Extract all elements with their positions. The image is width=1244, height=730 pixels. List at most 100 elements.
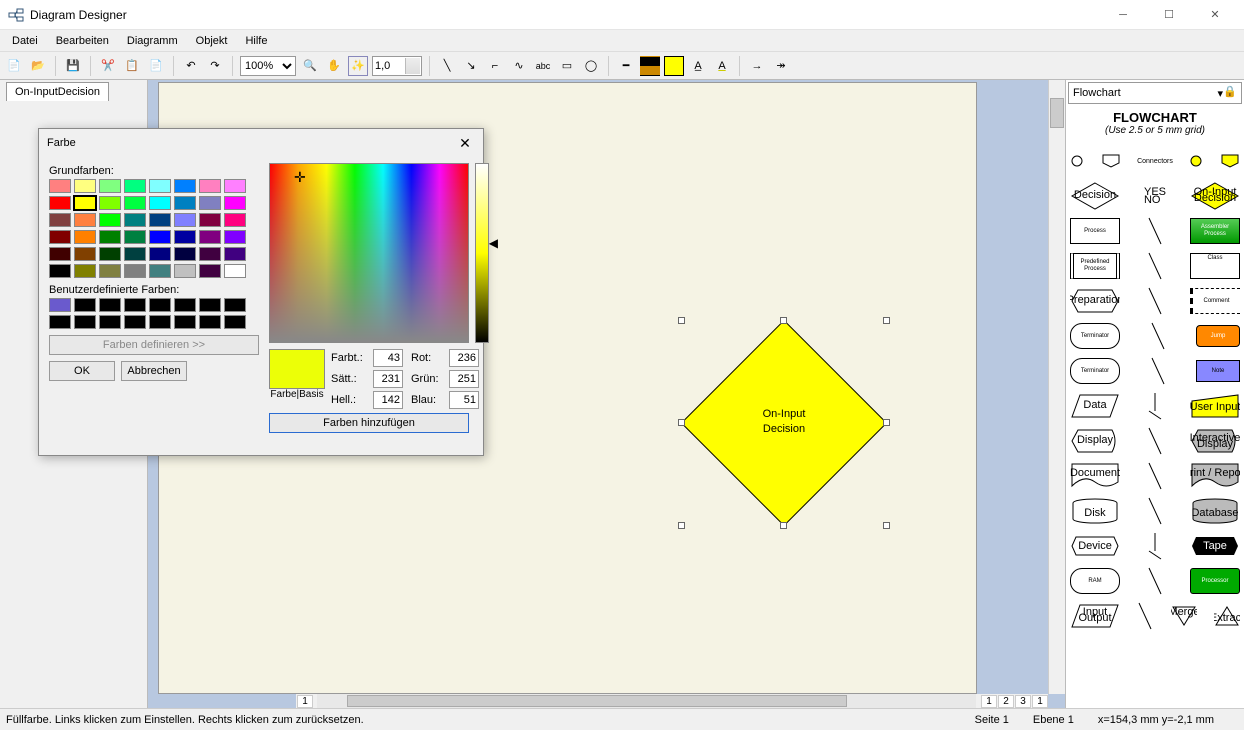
basic-swatch[interactable] — [174, 213, 196, 227]
basic-swatch[interactable] — [199, 230, 221, 244]
basic-swatch[interactable] — [224, 247, 246, 261]
connector-circle-icon[interactable] — [1070, 154, 1084, 168]
shape-jump[interactable]: Jump — [1196, 325, 1240, 347]
basic-swatch[interactable] — [149, 264, 171, 278]
basic-swatch[interactable] — [99, 196, 121, 210]
basic-swatch[interactable] — [124, 196, 146, 210]
shape-ram[interactable]: RAM — [1070, 568, 1120, 594]
basic-swatch[interactable] — [99, 264, 121, 278]
basic-swatch[interactable] — [74, 179, 96, 193]
connector-yellow-circle-icon[interactable] — [1189, 154, 1203, 168]
custom-swatch[interactable] — [124, 315, 146, 329]
dialog-close-icon[interactable]: ✕ — [455, 135, 475, 152]
shape-preparation[interactable]: Preparation — [1070, 288, 1120, 314]
hand-icon[interactable]: ✋ — [324, 56, 344, 76]
lock-icon[interactable]: 🔒 — [1223, 85, 1239, 101]
undo-icon[interactable]: ↶ — [181, 56, 201, 76]
basic-swatch[interactable] — [224, 230, 246, 244]
line-icon[interactable]: ╲ — [437, 56, 457, 76]
handle-ne[interactable] — [883, 317, 890, 324]
highlight-icon[interactable]: A — [712, 56, 732, 76]
color-spectrum[interactable]: ✛ — [269, 163, 469, 343]
selected-shape[interactable]: On-InputDecision — [681, 320, 887, 526]
basic-swatch[interactable] — [124, 179, 146, 193]
custom-swatch[interactable] — [99, 298, 121, 312]
basic-swatch[interactable] — [149, 230, 171, 244]
basic-swatch[interactable] — [99, 230, 121, 244]
menu-file[interactable]: Datei — [4, 33, 46, 49]
menu-object[interactable]: Objekt — [188, 33, 236, 49]
shape-tape[interactable]: Tape — [1190, 535, 1240, 557]
redo-icon[interactable]: ↷ — [205, 56, 225, 76]
define-colors-button[interactable]: Farben definieren >> — [49, 335, 259, 355]
basic-swatch[interactable] — [199, 196, 221, 210]
basic-swatch[interactable] — [74, 247, 96, 261]
text-icon[interactable]: abc — [533, 56, 553, 76]
cut-icon[interactable]: ✂️ — [98, 56, 118, 76]
basic-swatch[interactable] — [49, 179, 71, 193]
text-color-icon[interactable]: A̲ — [688, 56, 708, 76]
basic-swatch[interactable] — [49, 213, 71, 227]
save-icon[interactable]: 💾 — [63, 56, 83, 76]
color1-icon[interactable] — [640, 56, 660, 76]
basic-swatch[interactable] — [199, 264, 221, 278]
custom-swatch[interactable] — [124, 298, 146, 312]
basic-swatch[interactable] — [99, 179, 121, 193]
custom-swatch[interactable] — [99, 315, 121, 329]
fill-color-icon[interactable] — [664, 56, 684, 76]
custom-swatch[interactable] — [49, 315, 71, 329]
blue-input[interactable] — [449, 391, 479, 409]
menu-help[interactable]: Hilfe — [237, 33, 275, 49]
page-3[interactable]: 3 — [1015, 695, 1031, 708]
handle-n[interactable] — [780, 317, 787, 324]
shape-disk[interactable]: Disk — [1070, 497, 1120, 525]
menu-diagram[interactable]: Diagramm — [119, 33, 186, 49]
horizontal-scrollbar[interactable]: 1 1 2 3 1 — [296, 694, 1048, 708]
shape-device[interactable]: Device — [1070, 535, 1120, 557]
basic-swatch[interactable] — [49, 196, 71, 210]
basic-swatch[interactable] — [174, 247, 196, 261]
palette-selector[interactable]: Flowchart 🔒 — [1068, 82, 1242, 104]
shape-process[interactable]: Process — [1070, 218, 1120, 244]
basic-swatch[interactable] — [124, 247, 146, 261]
copy-icon[interactable]: 📋 — [122, 56, 142, 76]
custom-swatch[interactable] — [224, 315, 246, 329]
shape-database[interactable]: Database — [1190, 497, 1240, 525]
custom-swatch[interactable] — [149, 315, 171, 329]
line-width-spin[interactable]: 1,0 — [372, 56, 422, 76]
arrow-style-icon[interactable]: → — [747, 56, 767, 76]
page-2[interactable]: 2 — [998, 695, 1014, 708]
basic-swatch[interactable] — [149, 247, 171, 261]
shape-interactive-display[interactable]: InteractiveDisplay — [1190, 428, 1240, 454]
open-icon[interactable]: 📂 — [28, 56, 48, 76]
maximize-button[interactable]: ☐ — [1148, 4, 1190, 26]
lum-input[interactable] — [373, 391, 403, 409]
basic-swatch[interactable] — [74, 230, 96, 244]
zoom-select[interactable]: 100% — [240, 56, 296, 76]
custom-swatch[interactable] — [174, 298, 196, 312]
basic-swatch[interactable] — [174, 196, 196, 210]
dialog-titlebar[interactable]: Farbe ✕ — [39, 129, 483, 157]
basic-swatch[interactable] — [99, 213, 121, 227]
shape-predefined[interactable]: Predefined Process — [1070, 253, 1120, 279]
basic-swatch[interactable] — [149, 179, 171, 193]
magic-icon[interactable]: ✨ — [348, 56, 368, 76]
menu-edit[interactable]: Bearbeiten — [48, 33, 117, 49]
curve-icon[interactable]: ∿ — [509, 56, 529, 76]
luminance-slider[interactable]: ◀ — [475, 163, 489, 343]
basic-swatch[interactable] — [199, 247, 221, 261]
page-indicator-right[interactable]: 1 — [1032, 695, 1048, 708]
basic-swatch[interactable] — [74, 196, 96, 210]
shape-print[interactable]: Print / Report — [1190, 462, 1240, 490]
custom-swatch[interactable] — [174, 315, 196, 329]
shape-display[interactable]: Display — [1070, 428, 1120, 454]
hue-input[interactable] — [373, 349, 403, 367]
basic-swatch[interactable] — [224, 264, 246, 278]
connector-icon[interactable]: ⌐ — [485, 56, 505, 76]
basic-swatch[interactable] — [174, 179, 196, 193]
shape-class[interactable]: Class — [1190, 253, 1240, 279]
page-1[interactable]: 1 — [981, 695, 997, 708]
custom-swatch[interactable] — [199, 315, 221, 329]
ellipse-icon[interactable]: ◯ — [581, 56, 601, 76]
shape-oninput-decision[interactable]: On-InputDecision — [1190, 181, 1240, 211]
